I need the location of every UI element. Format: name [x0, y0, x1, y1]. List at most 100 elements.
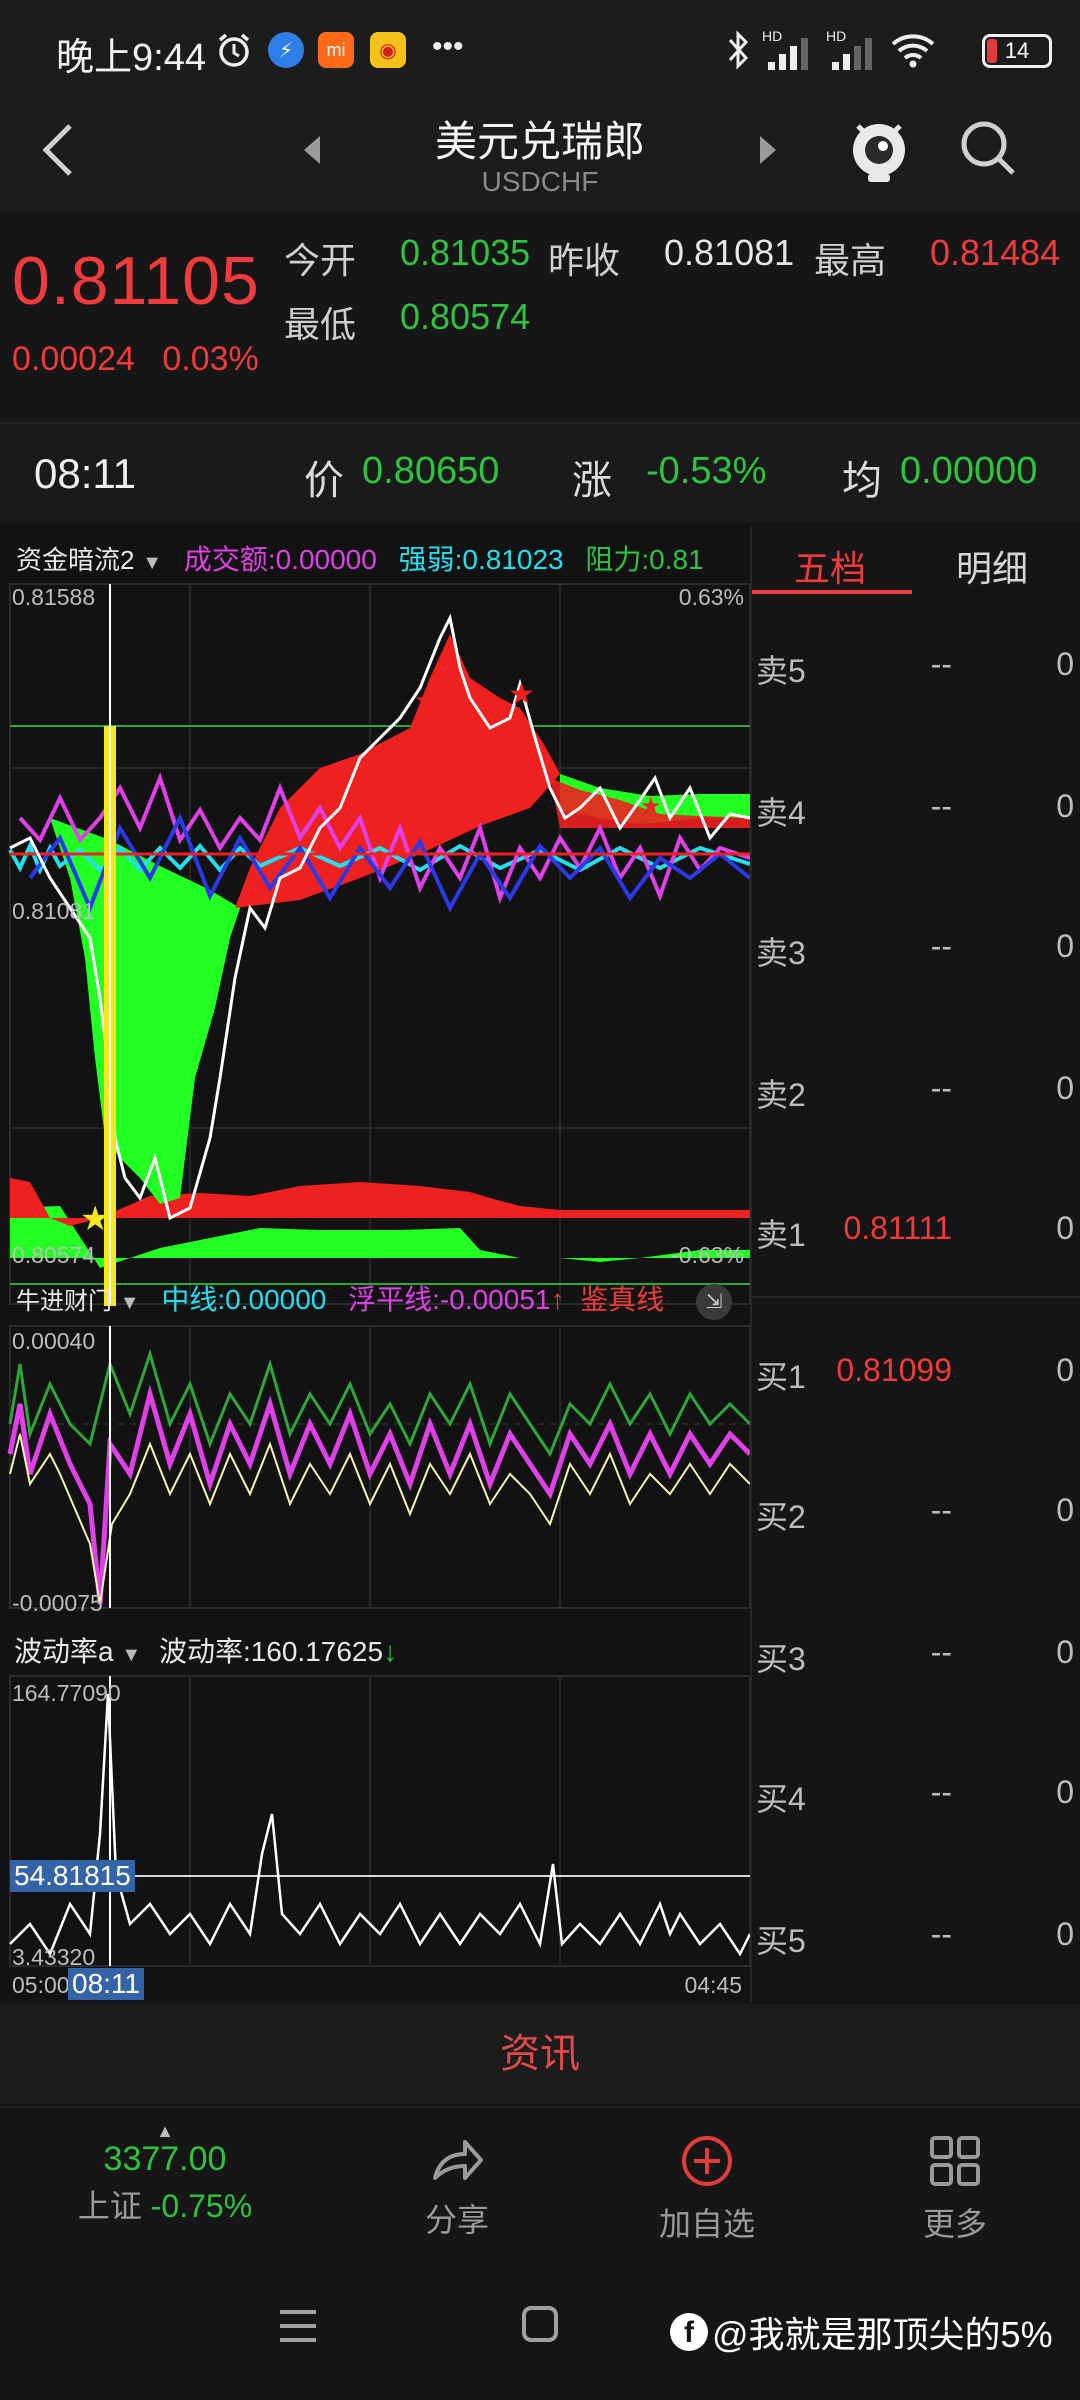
- sub2-y-mid: 54.81815: [10, 1860, 135, 1892]
- order-row-sell1: 卖1 0.81111 0: [752, 1200, 1080, 1260]
- caret-up-icon: ▲: [156, 2121, 174, 2141]
- order-volume: 0: [1056, 646, 1074, 682]
- home-icon[interactable]: [520, 2304, 560, 2349]
- sub2-indicator-header: 波动率a ▼ 波动率:160.17625↓: [14, 1630, 397, 1670]
- turnover-label: 成交额:: [183, 544, 276, 575]
- add-circle-icon: [682, 2136, 732, 2186]
- order-book-divider: [752, 1296, 1080, 1298]
- battery-level: 14: [1004, 38, 1030, 63]
- menu-icon[interactable]: [276, 2306, 320, 2351]
- mascot-icon[interactable]: [848, 114, 910, 189]
- share-button[interactable]: 分享: [322, 2134, 592, 2241]
- sub2-chart[interactable]: [0, 1674, 750, 1974]
- order-volume: 0: [1056, 1916, 1074, 1952]
- main-price-chart[interactable]: ★ ★ ★ ★: [0, 578, 750, 1318]
- main-indicator-selector[interactable]: 资金暗流2: [16, 545, 134, 575]
- more-label: 更多: [922, 2206, 987, 2242]
- float-line-value: -0.00051: [439, 1284, 551, 1315]
- main-indicator-header: 资金暗流2 ▼ 成交额:0.00000 强弱:0.81023 阻力:0.81: [16, 538, 704, 578]
- mi-app-icon: mi: [318, 32, 354, 68]
- main-y-top: 0.81588: [12, 584, 96, 610]
- chevron-down-icon[interactable]: ▼: [120, 1292, 140, 1314]
- main-y-mid: 0.81081: [12, 898, 96, 924]
- order-row-buy1: 买1 0.81099 0: [752, 1342, 1080, 1402]
- main-pct-top: 0.63%: [678, 584, 744, 610]
- tab-detail[interactable]: 明细: [956, 540, 1028, 592]
- order-price: 0.81111: [843, 1210, 952, 1246]
- sub1-chart[interactable]: [0, 1324, 750, 1614]
- crosshair-avg-label: 均: [842, 459, 882, 503]
- float-line-label: 浮平线:: [348, 1284, 440, 1315]
- order-row-buy5: 买5 -- 0: [752, 1906, 1080, 1966]
- crosshair-change: -0.53%: [646, 450, 767, 492]
- low-value: 0.80574: [400, 296, 531, 337]
- index-ticker[interactable]: ▲ 3377.00 上证 -0.75%: [30, 2122, 300, 2227]
- alarm-icon: [214, 30, 254, 70]
- order-row-buy4: 买4 -- 0: [752, 1764, 1080, 1824]
- main-y-bottom: 0.80574: [12, 1242, 96, 1268]
- sub2-indicator-selector[interactable]: 波动率a: [14, 1636, 114, 1667]
- grid-icon: [930, 2136, 980, 2186]
- order-volume: 0: [1056, 788, 1074, 824]
- battery-icon: 14: [982, 34, 1052, 68]
- system-nav-bar: f @我就是那顶尖的5%: [0, 2256, 1080, 2400]
- order-row-sell5: 卖5 -- 0: [752, 636, 1080, 696]
- open-label: 今开: [284, 240, 357, 281]
- strength-value: 0.81023: [462, 544, 564, 575]
- sub2-y-bottom: 3.43320: [12, 1944, 96, 1970]
- float-line-arrow: ↑: [550, 1284, 565, 1315]
- next-symbol-icon[interactable]: [756, 132, 780, 173]
- verify-line-label: 鉴真线: [580, 1284, 665, 1315]
- tab-active-underline: [752, 590, 912, 594]
- status-bar: 晚上9:44 ⚡ mi ◉ ••• HD HD 14: [0, 0, 1080, 100]
- mid-line-value: 0.00000: [225, 1284, 327, 1315]
- expand-icon[interactable]: ⇲: [696, 1284, 732, 1320]
- prev-close-value: 0.81081: [664, 232, 795, 273]
- index-value: 3377.00: [103, 2140, 227, 2178]
- sub1-indicator-header: 牛进财门 ▼ 中线:0.00000 浮平线:-0.00051↑ 鉴真线: [16, 1278, 664, 1318]
- chevron-down-icon[interactable]: ▼: [142, 552, 162, 574]
- order-volume: 0: [1056, 1492, 1074, 1528]
- facebook-icon: f: [670, 2313, 708, 2351]
- resistance-value: 0.81: [649, 544, 704, 575]
- search-icon[interactable]: [956, 116, 1020, 185]
- order-volume: 0: [1056, 1210, 1074, 1246]
- sub1-y-top: 0.00040: [12, 1328, 96, 1354]
- order-volume: 0: [1056, 1774, 1074, 1810]
- tab-five-levels[interactable]: 五档: [794, 540, 866, 592]
- low-label: 最低: [284, 304, 357, 345]
- chart-area[interactable]: 资金暗流2 ▼ 成交额:0.00000 强弱:0.81023 阻力:0.81 ★…: [0, 526, 750, 2002]
- volatility-value: 160.17625: [250, 1636, 384, 1667]
- wifi-icon: [890, 30, 936, 75]
- open-value: 0.81035: [400, 232, 531, 273]
- more-button[interactable]: 更多: [820, 2134, 1080, 2245]
- news-tab[interactable]: 资讯: [0, 2004, 1080, 2104]
- bottom-toolbar: ▲ 3377.00 上证 -0.75% 分享 加自选 更多: [0, 2106, 1080, 2256]
- crosshair-price-label: 价: [304, 459, 344, 503]
- svg-text:★: ★: [640, 792, 662, 820]
- order-volume: 0: [1056, 1070, 1074, 1106]
- sub2-y-top: 164.77090: [12, 1680, 121, 1706]
- watermark: f @我就是那顶尖的5%: [670, 2306, 1053, 2358]
- status-more-dots: •••: [432, 30, 464, 63]
- turnover-value: 0.00000: [275, 544, 377, 575]
- change-amount: 0.00024: [12, 340, 135, 378]
- order-volume: 0: [1056, 1634, 1074, 1670]
- status-time: 晚上9:44: [56, 37, 206, 79]
- sub1-y-bottom: -0.00075: [12, 1590, 103, 1616]
- chevron-down-icon[interactable]: ▼: [121, 1644, 141, 1666]
- sub1-indicator-selector[interactable]: 牛进财门: [16, 1288, 112, 1315]
- svg-text:★: ★: [414, 684, 439, 717]
- crosshair-info-row: 08:11 价 0.80650 涨 -0.53% 均 0.00000: [0, 422, 1080, 522]
- order-volume: 0: [1056, 1352, 1074, 1388]
- order-price: 0.81099: [836, 1352, 952, 1388]
- order-row-buy2: 买2 -- 0: [752, 1482, 1080, 1542]
- crosshair-avg: 0.00000: [900, 450, 1038, 492]
- add-watchlist-button[interactable]: 加自选: [572, 2134, 842, 2245]
- signal-icon-2: HD: [826, 28, 882, 72]
- order-price: --: [930, 1492, 952, 1528]
- order-book: 五档 明细 卖5 -- 0 卖4 -- 0 卖3 -- 0 卖2 -- 0 卖1 0.81111 0…: [750, 526, 1080, 2002]
- main-pct-bottom: -0.63%: [671, 1242, 744, 1268]
- mid-line-label: 中线:: [161, 1284, 226, 1315]
- crosshair-time: 08:11: [34, 450, 136, 497]
